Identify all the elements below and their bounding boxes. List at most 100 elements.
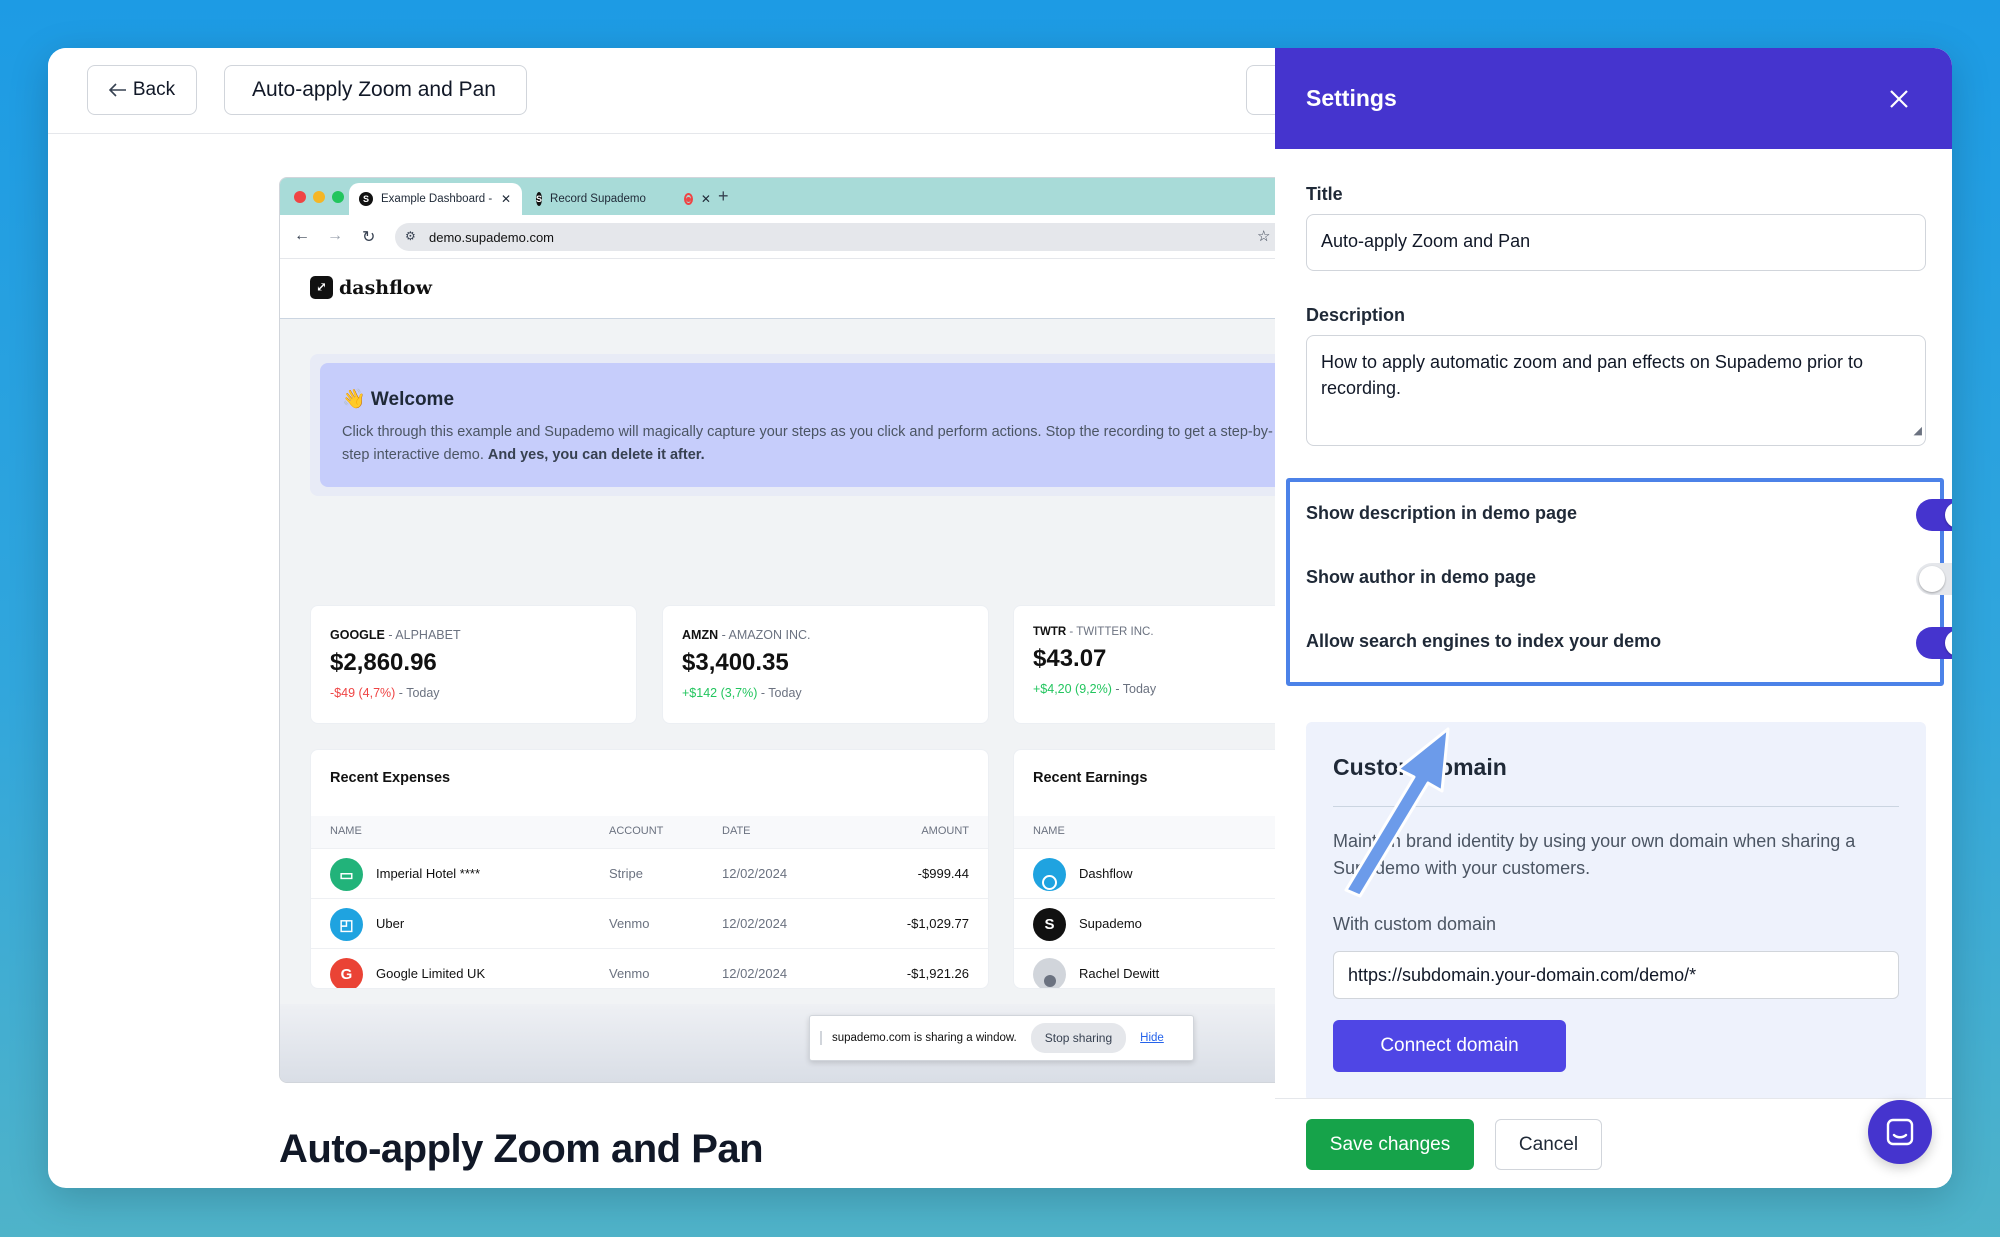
expense-date: 12/02/2024 — [722, 866, 788, 881]
tab-close-icon[interactable]: ✕ — [701, 192, 711, 206]
close-icon[interactable] — [1885, 85, 1913, 113]
address-text: demo.supademo.com — [429, 229, 555, 245]
table-header: NAME — [1014, 816, 1278, 848]
demo-preview: S Example Dashboard - Dashfl ✕ S Record … — [279, 177, 1279, 1083]
custom-domain-input[interactable]: https://subdomain.your-domain.com/demo/* — [1333, 951, 1899, 999]
screen-share-bar: supademo.com is sharing a window. Stop s… — [809, 1015, 1194, 1061]
avatar — [1033, 958, 1066, 988]
new-tab-icon[interactable]: + — [718, 186, 729, 207]
table-row[interactable]: ◰ Uber Venmo 12/02/2024 -$1,029.77 — [311, 898, 988, 948]
browser-forward-icon[interactable]: → — [327, 227, 343, 245]
hotel-icon: ▭ — [330, 858, 363, 891]
toggle-label: Show author in demo page — [1306, 567, 1537, 587]
demo-title-text: Auto-apply Zoom and Pan — [252, 78, 496, 101]
expense-account: Venmo — [609, 916, 650, 931]
tab-close-icon[interactable]: ✕ — [501, 192, 511, 206]
custom-domain-field-label: With custom domain — [1333, 914, 1497, 934]
window-close-dot — [294, 191, 306, 203]
share-text: supademo.com is sharing a window. — [832, 1032, 1017, 1044]
column-header: DATE — [722, 825, 751, 837]
welcome-body: Click through this example and Supademo … — [342, 424, 1273, 463]
connect-domain-button[interactable]: Connect domain — [1333, 1020, 1566, 1072]
show-description-toggle[interactable] — [1916, 499, 1952, 531]
expense-date: 12/02/2024 — [722, 966, 788, 981]
title-label: Title — [1306, 184, 1343, 204]
page-title: Auto-apply Zoom and Pan — [279, 1127, 764, 1171]
dashflow-logo-text: dashflow — [339, 276, 432, 299]
table-row[interactable]: Rachel Dewitt — [1014, 948, 1278, 988]
chat-icon — [1886, 1118, 1914, 1146]
stock-card[interactable]: TWTR - TWITTER INC. $43.07 +$4,20 (9,2%)… — [1013, 605, 1278, 724]
stock-value: $3,400.35 — [682, 649, 789, 676]
resize-handle-icon[interactable]: ◢ — [1914, 418, 1922, 444]
hide-link[interactable]: Hide — [1140, 1032, 1164, 1044]
stock-label: TWTR - TWITTER INC. — [1033, 626, 1278, 638]
recent-expenses-panel: Recent Expenses NAME ACCOUNT DATE AMOUNT… — [310, 749, 989, 989]
browser-tab[interactable]: S Record Supademo ✕ — [526, 183, 711, 215]
browser-urlbar: ← → ↻ ⚙ demo.supademo.com ☆ — [280, 215, 1278, 259]
stock-label: GOOGLE - ALPHABET — [330, 628, 617, 642]
table-row[interactable]: G Google Limited UK Venmo 12/02/2024 -$1… — [311, 948, 988, 988]
panel-title: Recent Earnings — [1033, 770, 1148, 786]
search-index-toggle[interactable] — [1916, 627, 1952, 659]
editor-topbar: Back Auto-apply Zoom and Pan — [48, 48, 1286, 134]
stop-sharing-button[interactable]: Stop sharing — [1030, 1023, 1127, 1053]
chat-launcher-button[interactable] — [1868, 1100, 1932, 1164]
annotation-arrow-icon — [1344, 727, 1450, 898]
stock-change-period: - Today — [1111, 682, 1157, 696]
drag-handle-icon[interactable] — [820, 1031, 822, 1045]
browser-tabstrip: S Example Dashboard - Dashfl ✕ S Record … — [280, 178, 1278, 215]
stock-change: +$4,20 (9,2%) — [1033, 682, 1112, 696]
stock-card[interactable]: AMZN - AMAZON INC. $3,400.35 +$142 (3,7%… — [662, 605, 989, 724]
table-row[interactable]: ▭ Imperial Hotel **** Stripe 12/02/2024 … — [311, 848, 988, 898]
demo-title-field[interactable]: Auto-apply Zoom and Pan — [224, 65, 527, 115]
browser-back-icon[interactable]: ← — [294, 227, 310, 245]
address-bar[interactable]: ⚙ demo.supademo.com ☆ — [395, 223, 1278, 251]
browser-tab-label: Record Supademo — [550, 193, 646, 205]
save-changes-button[interactable]: Save changes — [1306, 1119, 1474, 1170]
stock-change-period: - Today — [395, 686, 440, 700]
stock-ticker: TWTR — [1033, 626, 1067, 638]
table-header: NAME ACCOUNT DATE AMOUNT — [311, 816, 988, 848]
recent-earnings-panel: Recent Earnings NAME Dashflow S Supademo… — [1013, 749, 1278, 989]
settings-footer: Save changes Cancel — [1275, 1098, 1952, 1188]
browser-tab-label: Example Dashboard - Dashfl — [381, 193, 493, 205]
toggle-label: Allow search engines to index your demo — [1306, 631, 1662, 651]
back-label: Back — [132, 79, 176, 100]
stock-company: - ALPHABET — [384, 628, 461, 642]
window-zoom-dot — [332, 191, 344, 203]
stock-change-period: - Today — [757, 686, 802, 700]
stock-value: $43.07 — [1033, 645, 1107, 672]
earning-name: Supademo — [1079, 916, 1142, 931]
panel-title: Recent Expenses — [330, 770, 451, 786]
reload-icon[interactable]: ↻ — [362, 227, 375, 247]
column-header: ACCOUNT — [609, 825, 664, 837]
column-header: AMOUNT — [921, 825, 969, 837]
expense-amount: -$1,029.77 — [906, 916, 969, 931]
welcome-emphasis: And yes, you can delete it after. — [487, 447, 705, 463]
stock-card[interactable]: GOOGLE - ALPHABET $2,860.96 -$49 (4,7%) … — [310, 605, 637, 724]
table-row[interactable]: Dashflow — [1014, 848, 1278, 898]
description-textarea[interactable]: How to apply automatic zoom and pan effe… — [1306, 335, 1926, 446]
expense-date: 12/02/2024 — [722, 916, 788, 931]
supademo-favicon-icon: S — [536, 192, 543, 206]
title-input[interactable]: Auto-apply Zoom and Pan — [1306, 214, 1926, 271]
earning-name: Rachel Dewitt — [1079, 966, 1160, 981]
welcome-text: Click through this example and Supademo … — [342, 421, 1278, 467]
bookmark-star-icon[interactable]: ☆ — [1257, 227, 1270, 245]
stock-value: $2,860.96 — [330, 649, 437, 676]
site-settings-icon[interactable]: ⚙ — [405, 229, 416, 243]
expense-account: Stripe — [609, 866, 643, 881]
supademo-avatar-icon: S — [1033, 908, 1066, 941]
show-author-toggle[interactable] — [1916, 563, 1952, 595]
back-button[interactable]: Back — [87, 65, 197, 115]
custom-domain-value: https://subdomain.your-domain.com/demo/* — [1348, 964, 1697, 985]
dashflow-logo[interactable]: ⤢ dashflow — [310, 276, 432, 299]
dashflow-avatar-icon — [1033, 858, 1066, 891]
table-row[interactable]: S Supademo — [1014, 898, 1278, 948]
stock-company: - AMAZON INC. — [718, 628, 811, 642]
dashflow-logo-icon: ⤢ — [310, 276, 333, 299]
browser-tab-active[interactable]: S Example Dashboard - Dashfl ✕ — [349, 183, 522, 215]
description-value: How to apply automatic zoom and pan effe… — [1321, 352, 1863, 398]
cancel-button[interactable]: Cancel — [1495, 1119, 1602, 1170]
